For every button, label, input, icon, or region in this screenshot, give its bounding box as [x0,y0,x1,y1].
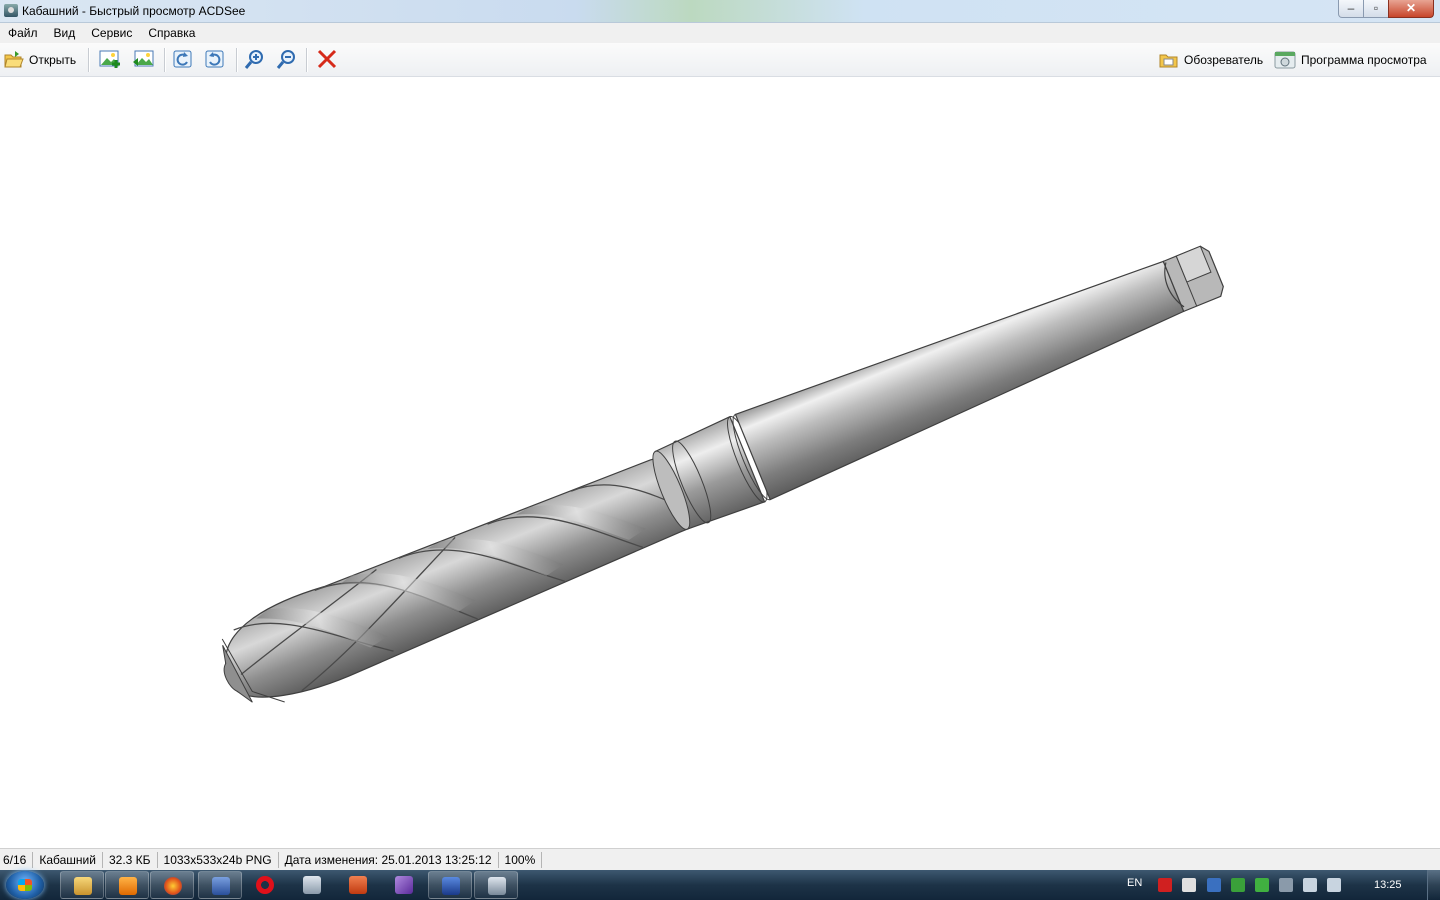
taskbar-file-explorer[interactable] [60,871,104,899]
rotate-right-icon[interactable] [204,48,226,70]
taskbar-acdsee[interactable] [474,871,518,899]
taskbar-media-player[interactable] [105,871,149,899]
zoom-out-icon[interactable] [276,48,298,70]
open-label: Открыть [29,53,77,67]
delete-icon[interactable] [316,48,338,70]
powerpoint-icon [349,876,367,894]
taskbar-opera[interactable] [243,871,287,899]
maximize-button[interactable]: ▫ [1363,0,1389,18]
folder-icon [74,877,92,895]
viewer-label: Программа просмотра [1301,53,1427,67]
floppy-icon [212,877,230,895]
open-button[interactable]: Открыть [4,49,76,71]
image-viewer[interactable] [0,77,1440,847]
acdsee-app-icon[interactable] [4,4,18,17]
status-dimensions: 1033x533x24b PNG [158,852,279,868]
taskbar-word[interactable] [428,871,472,899]
toolbar-separator [88,48,90,72]
taskbar-firefox[interactable] [150,871,194,899]
calculator-icon [303,876,321,894]
menu-service[interactable]: Сервис [83,26,140,40]
acdsee-icon [488,877,506,895]
volume-icon[interactable] [1303,878,1317,892]
clock[interactable]: 13:25 [1374,879,1402,891]
viewer-camera-icon [1274,51,1296,69]
status-modified: Дата изменения: 25.01.2013 13:25:12 [279,852,499,868]
taskbar-save-app[interactable] [198,871,242,899]
tray-antivirus-icon[interactable] [1158,878,1172,892]
tray-network-app-icon[interactable] [1207,878,1221,892]
window-title: Кабашний - Быстрый просмотр ACDSee [22,4,246,18]
next-image-icon[interactable] [132,48,154,70]
toolbar-separator [306,48,308,72]
language-indicator[interactable]: EN [1127,877,1142,889]
previous-image-icon[interactable] [99,48,121,70]
start-button[interactable] [6,871,44,899]
status-file-size: 32.3 КБ [103,852,158,868]
opera-icon [256,876,274,894]
tray-usb-icon[interactable] [1279,878,1293,892]
status-image-index: 6/16 [0,852,34,868]
window-controls: – ▫ ✕ [1338,0,1434,18]
viewer-button[interactable]: Программа просмотра [1274,49,1427,71]
tray-hash-icon[interactable] [1255,878,1269,892]
open-folder-icon [4,51,24,68]
status-bar: 6/16 Кабашний 32.3 КБ 1033x533x24b PNG Д… [0,848,1440,871]
tray-flag-icon[interactable] [1182,878,1196,892]
close-button[interactable]: ✕ [1388,0,1434,18]
toolbar-separator [164,48,166,72]
rotate-left-icon[interactable] [172,48,194,70]
taskbar: EN 13:25 [0,870,1440,900]
toolbar: Открыть Обозреватель Программа просмотра [0,43,1440,77]
toolbar-separator [236,48,238,72]
displayed-image-drill [221,245,1224,703]
title-bar: Кабашний - Быстрый просмотр ACDSee – ▫ ✕ [0,0,1440,23]
tray-shield-icon[interactable] [1231,878,1245,892]
zoom-in-icon[interactable] [244,48,266,70]
menu-bar: Файл Вид Сервис Справка [0,23,1440,43]
taskbar-visual-studio[interactable] [382,871,426,899]
menu-view[interactable]: Вид [46,26,84,40]
status-zoom: 100% [499,852,543,868]
taskbar-calculator[interactable] [290,871,334,899]
visual-studio-icon [395,876,413,894]
status-file-name: Кабашний [33,852,103,868]
menu-help[interactable]: Справка [140,26,203,40]
browser-button[interactable]: Обозреватель [1159,49,1263,71]
browser-label: Обозреватель [1184,53,1264,67]
media-player-icon [119,877,137,895]
browser-folder-icon [1159,54,1178,68]
firefox-icon [164,877,182,895]
taskbar-powerpoint[interactable] [336,871,380,899]
word-icon [442,877,460,895]
minimize-button[interactable]: – [1338,0,1364,18]
network-icon[interactable] [1327,878,1341,892]
show-desktop-button[interactable] [1427,870,1440,900]
menu-file[interactable]: Файл [0,26,46,40]
